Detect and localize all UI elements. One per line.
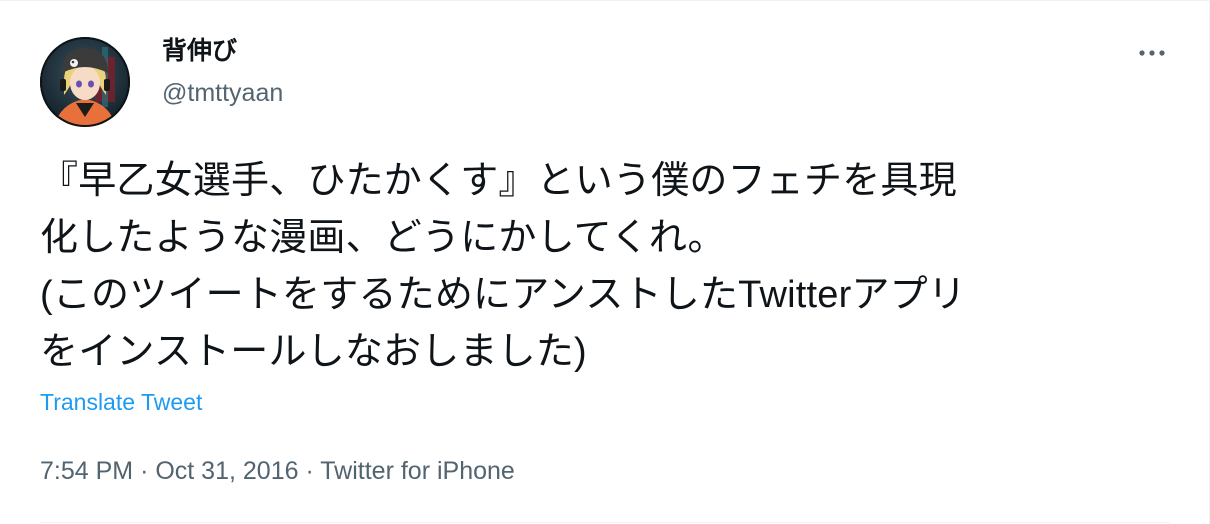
avatar[interactable] [40,37,130,127]
author-handle[interactable]: @tmttyaan [162,78,283,108]
tweet-text-line: をインストールしなおしました) [40,331,587,373]
tweet-time-link[interactable]: 7:54 PM [40,457,133,485]
divider [40,522,1170,523]
more-horizontal-icon [1139,50,1165,56]
meta-separator: · [305,457,314,485]
meta-separator: · [140,457,149,485]
tweet-card: 背伸び @tmttyaan 『早乙女選手、ひたかくす』という僕のフェチを具現 化… [0,0,1210,524]
tweet-text-line: (このツイートをするためにアンストしたTwitterアプリ [40,274,967,316]
tweet-text-line: 化したような漫画、どうにかしてくれ。 [40,217,726,259]
author-display-name[interactable]: 背伸び [162,36,237,66]
tweet-date-link[interactable]: Oct 31, 2016 [155,457,298,485]
translate-tweet-link[interactable]: Translate Tweet [40,387,202,417]
tweet-meta: 7:54 PM · Oct 31, 2016 · Twitter for iPh… [40,455,515,487]
more-button[interactable] [1132,39,1172,67]
tweet-source-link[interactable]: Twitter for iPhone [320,457,515,485]
avatar-image [40,37,130,127]
tweet-text: 『早乙女選手、ひたかくす』という僕のフェチを具現 化したような漫画、どうにかして… [40,153,1170,381]
tweet-text-line: 『早乙女選手、ひたかくす』という僕のフェチを具現 [40,160,957,202]
